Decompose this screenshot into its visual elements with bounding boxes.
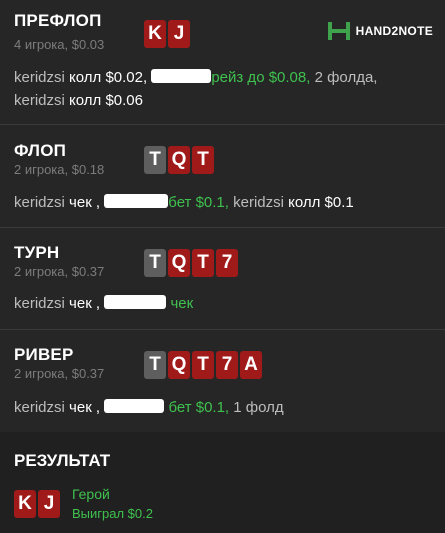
redacted-name bbox=[104, 194, 169, 208]
action-text: колл $0.06 bbox=[69, 92, 143, 109]
action-line: keridzsi чек , чек bbox=[14, 292, 434, 315]
action-text: 2 фолда, bbox=[314, 69, 378, 86]
flop-section: ФЛОП 2 игрока, $0.18 T Q T keridzsi чек … bbox=[0, 125, 445, 228]
hero-action: бет $0.1, bbox=[168, 399, 230, 416]
action-text: чек , bbox=[69, 399, 101, 416]
hero-action: бет $0.1, bbox=[168, 194, 229, 211]
action-text: чек , bbox=[69, 295, 101, 312]
hero-action: рейз до $0.08, bbox=[211, 69, 311, 86]
hero-label: Герой bbox=[72, 486, 110, 502]
action-text: 1 фолд bbox=[233, 399, 284, 416]
won-amount: Выиграл $0.2 bbox=[72, 506, 153, 521]
player-name: keridzsi bbox=[14, 194, 65, 211]
result-title: РЕЗУЛЬТАТ bbox=[14, 451, 111, 470]
board-cards: T Q T bbox=[144, 146, 214, 174]
result-section bbox=[0, 432, 445, 533]
card: J bbox=[168, 20, 190, 48]
action-line: keridzsi чек , бет $0.1, keridzsi колл $… bbox=[14, 191, 434, 214]
street-subtitle: 2 игрока, $0.37 bbox=[14, 366, 105, 381]
street-title: ТУРН bbox=[14, 243, 60, 262]
player-name: keridzsi bbox=[14, 92, 65, 109]
card: T bbox=[192, 146, 214, 174]
street-subtitle: 2 игрока, $0.18 bbox=[14, 162, 105, 177]
action-text: чек , bbox=[69, 194, 101, 211]
hand2note-logo: HAND2NOTE bbox=[327, 20, 433, 42]
turn-section: ТУРН 2 игрока, $0.37 T Q T 7 keridzsi че… bbox=[0, 228, 445, 330]
card: A bbox=[240, 351, 262, 379]
street-title: РИВЕР bbox=[14, 345, 74, 364]
card: T bbox=[144, 249, 166, 277]
action-text: колл $0.1 bbox=[288, 194, 354, 211]
card: Q bbox=[168, 249, 190, 277]
player-name: keridzsi bbox=[14, 69, 65, 86]
logo-text: HAND2NOTE bbox=[355, 24, 433, 38]
preflop-section: ПРЕФЛОП 4 игрока, $0.03 K J HAND2NOTE ke… bbox=[0, 0, 445, 125]
action-line: keridzsi колл $0.02, рейз до $0.08, 2 фо… bbox=[14, 66, 434, 112]
card: T bbox=[144, 351, 166, 379]
board-cards: T Q T 7 A bbox=[144, 351, 262, 379]
redacted-name bbox=[104, 399, 165, 413]
card: 7 bbox=[216, 351, 238, 379]
card: T bbox=[192, 351, 214, 379]
hand2note-icon bbox=[327, 22, 350, 40]
player-name: keridzsi bbox=[14, 295, 65, 312]
action-line: keridzsi чек , бет $0.1, 1 фолд bbox=[14, 396, 434, 419]
street-subtitle: 2 игрока, $0.37 bbox=[14, 264, 105, 279]
street-subtitle: 4 игрока, $0.03 bbox=[14, 37, 105, 52]
action-text: колл $0.02, bbox=[69, 69, 148, 86]
river-section: РИВЕР 2 игрока, $0.37 T Q T 7 A keridzsi… bbox=[0, 330, 445, 432]
player-name: keridzsi bbox=[233, 194, 284, 211]
card: T bbox=[192, 249, 214, 277]
street-title: ФЛОП bbox=[14, 141, 67, 160]
card: K bbox=[14, 490, 36, 518]
hero-action: чек bbox=[170, 295, 194, 312]
card: Q bbox=[168, 146, 190, 174]
board-cards: T Q T 7 bbox=[144, 249, 238, 277]
card: Q bbox=[168, 351, 190, 379]
redacted-name bbox=[151, 69, 212, 83]
board-cards: K J bbox=[144, 20, 190, 48]
card: K bbox=[144, 20, 166, 48]
hero-cards: K J bbox=[14, 490, 60, 518]
card: J bbox=[38, 490, 60, 518]
card: T bbox=[144, 146, 166, 174]
street-title: ПРЕФЛОП bbox=[14, 11, 102, 30]
card: 7 bbox=[216, 249, 238, 277]
player-name: keridzsi bbox=[14, 399, 65, 416]
redacted-name bbox=[104, 295, 167, 309]
